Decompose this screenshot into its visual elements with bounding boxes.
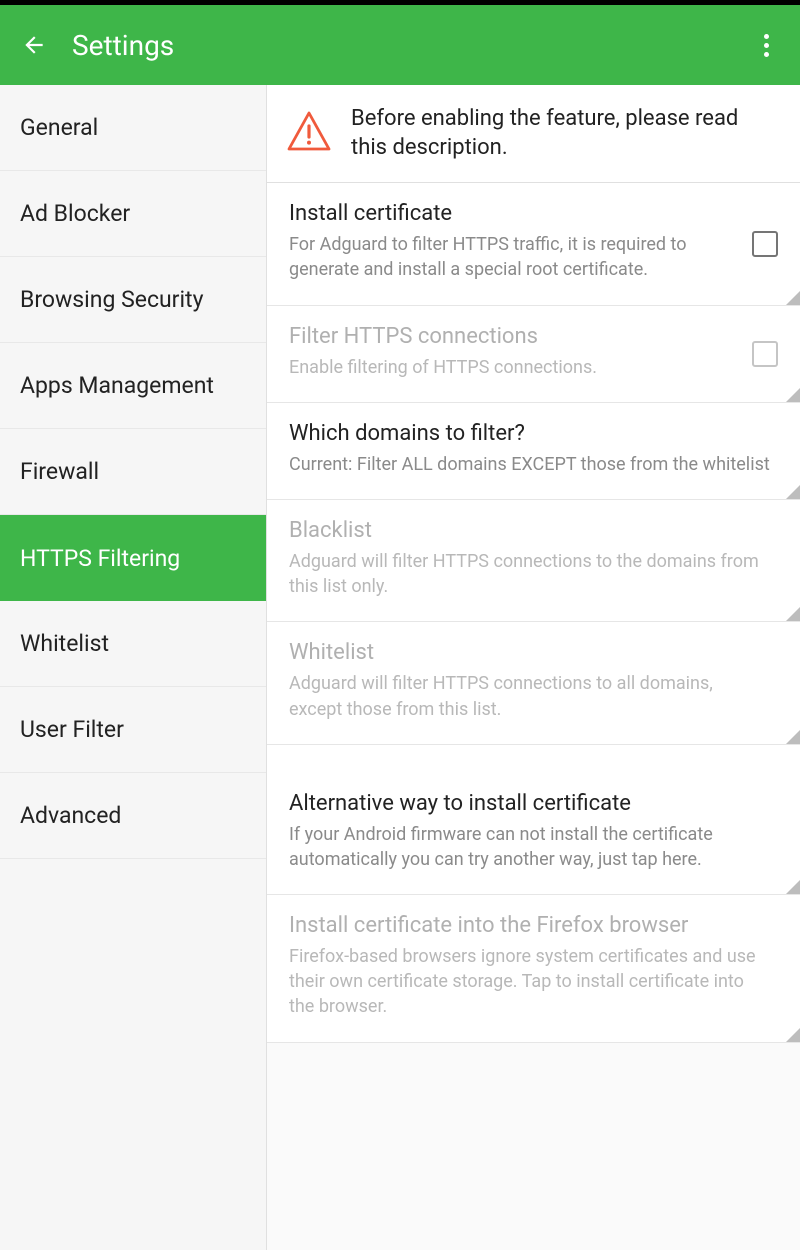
back-button[interactable] [20,31,48,59]
content-pane: Before enabling the feature, please read… [267,85,800,1250]
setting-row: Whitelist Adguard will filter HTTPS conne… [267,622,800,744]
setting-title: Alternative way to install certificate [289,791,770,816]
sidebar-item-label: Whitelist [20,630,109,657]
kebab-dot-icon [764,34,769,39]
sidebar-item-ad-blocker[interactable]: Ad Blocker [0,171,266,257]
main-layout: General Ad Blocker Browsing Security Apps M… [0,85,800,1250]
sidebar-item-https-filtering[interactable]: HTTPS Filtering [0,515,266,601]
sidebar-item-browsing-security[interactable]: Browsing Security [0,257,266,343]
arrow-left-icon [21,32,47,58]
setting-description: If your Android firmware can not install… [289,822,770,872]
checkbox[interactable] [752,231,778,257]
sidebar-item-label: User Filter [20,716,124,743]
sidebar-item-user-filter[interactable]: User Filter [0,687,266,773]
setting-title: Whitelist [289,640,770,665]
warning-text: Before enabling the feature, please read… [351,105,778,162]
sidebar-item-label: General [20,114,98,141]
sidebar-item-firewall[interactable]: Firewall [0,429,266,515]
overflow-menu-button[interactable] [752,34,780,57]
sidebar: General Ad Blocker Browsing Security Apps M… [0,85,267,1250]
warning-banner[interactable]: Before enabling the feature, please read… [267,85,800,183]
setting-row[interactable]: Alternative way to install certificate If… [267,745,800,895]
settings-list: Install certificate For Adguard to filter… [267,183,800,1042]
warning-icon [285,108,333,160]
setting-description: Current: Filter ALL domains EXCEPT those… [289,452,770,477]
app-bar: Settings [0,5,800,85]
setting-description: Adguard will filter HTTPS connections to… [289,671,770,721]
checkbox [752,341,778,367]
setting-row[interactable]: Which domains to filter? Current: Filter … [267,403,800,500]
setting-title: Which domains to filter? [289,421,770,446]
sidebar-item-label: Apps Management [20,372,214,399]
setting-row: Install certificate into the Firefox bro… [267,895,800,1043]
sidebar-item-general[interactable]: General [0,85,266,171]
setting-description: Enable filtering of HTTPS connections. [289,355,720,380]
setting-description: Adguard will filter HTTPS connections to… [289,549,770,599]
setting-title: Install certificate [289,201,720,226]
setting-description: For Adguard to filter HTTPS traffic, it … [289,232,720,282]
sidebar-item-label: Firewall [20,458,99,485]
setting-title: Filter HTTPS connections [289,324,720,349]
sidebar-item-whitelist[interactable]: Whitelist [0,601,266,687]
sidebar-item-label: Ad Blocker [20,200,130,227]
sidebar-item-advanced[interactable]: Advanced [0,773,266,859]
setting-description: Firefox-based browsers ignore system cer… [289,944,770,1020]
setting-row: Blacklist Adguard will filter HTTPS conne… [267,500,800,622]
sidebar-item-label: Browsing Security [20,286,203,313]
kebab-dot-icon [764,52,769,57]
sidebar-item-label: HTTPS Filtering [20,545,180,572]
setting-row: Filter HTTPS connections Enable filtering… [267,306,800,403]
page-title: Settings [72,29,752,62]
sidebar-item-label: Advanced [20,802,121,829]
setting-row[interactable]: Install certificate For Adguard to filter… [267,183,800,305]
sidebar-item-apps-management[interactable]: Apps Management [0,343,266,429]
setting-title: Install certificate into the Firefox bro… [289,913,770,938]
kebab-dot-icon [764,43,769,48]
setting-title: Blacklist [289,518,770,543]
